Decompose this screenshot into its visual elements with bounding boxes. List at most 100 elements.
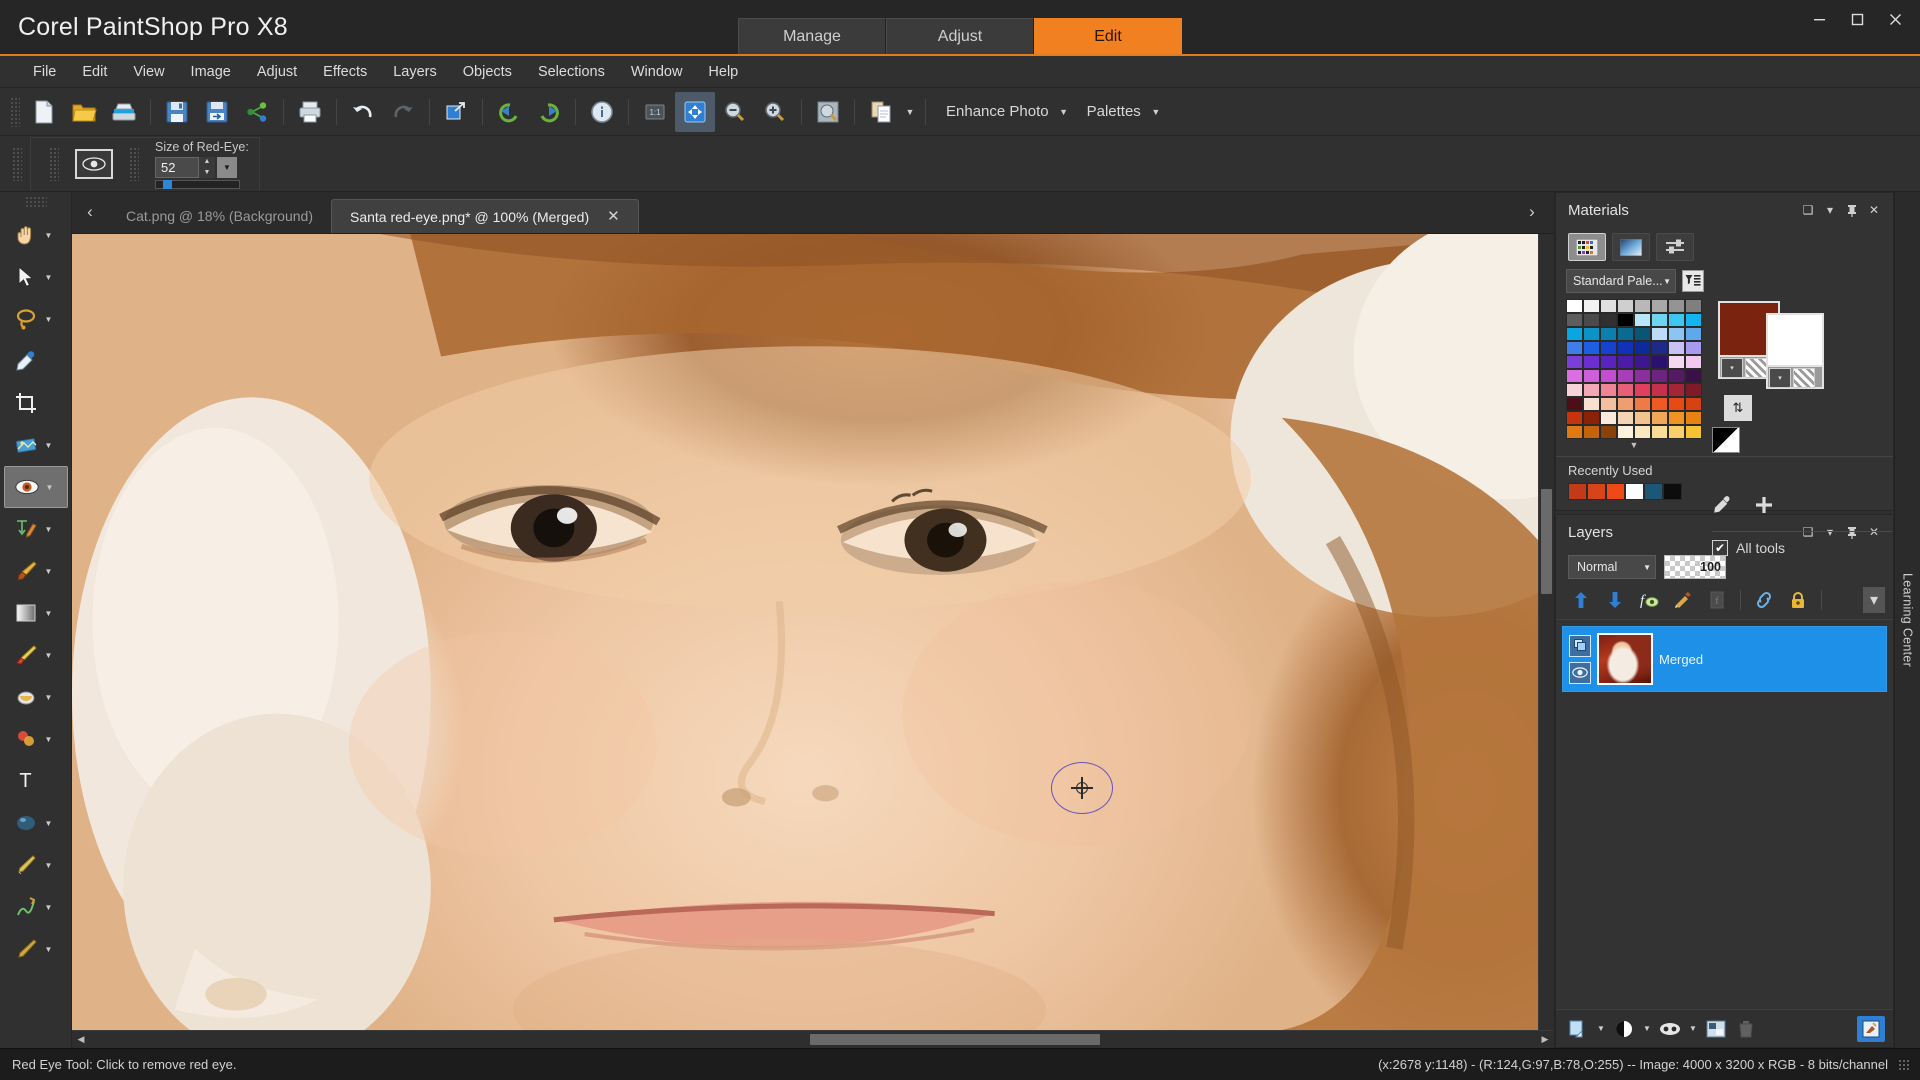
color-swatch[interactable] bbox=[1685, 313, 1702, 327]
duplicate-dropdown-caret[interactable]: ▼ bbox=[901, 92, 919, 132]
fit-to-window-icon[interactable] bbox=[675, 91, 715, 132]
layer-opacity-input[interactable]: 100 bbox=[1664, 555, 1726, 579]
hscroll-left-arrow[interactable]: ◀ bbox=[72, 1034, 90, 1045]
color-swatch[interactable] bbox=[1685, 299, 1702, 313]
table-row[interactable]: Merged bbox=[1562, 626, 1887, 692]
color-swatch[interactable] bbox=[1634, 397, 1651, 411]
size-slider-knob[interactable] bbox=[162, 179, 172, 189]
all-tools-checkbox[interactable]: ✔ bbox=[1712, 540, 1728, 556]
color-swatch[interactable] bbox=[1651, 341, 1668, 355]
picture-tube-tool-caret[interactable]: ▼ bbox=[42, 735, 56, 744]
color-swatch[interactable] bbox=[1685, 397, 1702, 411]
swap-colors-icon[interactable]: ⇅ bbox=[1724, 395, 1752, 421]
background-texture-button[interactable] bbox=[1793, 368, 1815, 388]
recent-color-swatch[interactable] bbox=[1568, 483, 1587, 500]
swatch-grid-expand-caret[interactable]: ▼ bbox=[1566, 440, 1702, 450]
recent-color-swatch[interactable] bbox=[1587, 483, 1606, 500]
color-swatch[interactable] bbox=[1566, 411, 1583, 425]
menu-layers[interactable]: Layers bbox=[380, 60, 450, 84]
color-swatch[interactable] bbox=[1685, 327, 1702, 341]
add-material-icon[interactable] bbox=[1754, 495, 1774, 515]
shape-tool[interactable]: ▼ bbox=[4, 802, 68, 844]
flood-fill-tool-caret[interactable]: ▼ bbox=[42, 693, 56, 702]
color-swatch[interactable] bbox=[1634, 369, 1651, 383]
horizontal-scroll-thumb[interactable] bbox=[810, 1033, 1100, 1045]
color-swatch[interactable] bbox=[1600, 411, 1617, 425]
color-swatch[interactable] bbox=[1685, 411, 1702, 425]
scanner-icon[interactable] bbox=[104, 92, 144, 132]
merge-layers-icon[interactable] bbox=[1702, 1016, 1730, 1042]
gradient-tool[interactable]: ▼ bbox=[4, 592, 68, 634]
red-eye-tool[interactable]: ▼ bbox=[3, 466, 68, 508]
eraser-tool[interactable]: ▼ bbox=[4, 634, 68, 676]
color-swatch[interactable] bbox=[1685, 341, 1702, 355]
layer-list[interactable]: Merged bbox=[1556, 620, 1893, 1009]
new-adjustment-layer-caret[interactable]: ▼ bbox=[1640, 1024, 1654, 1033]
undo-icon[interactable] bbox=[343, 92, 383, 132]
redeye-preset-button[interactable] bbox=[75, 149, 113, 179]
toolbar-grip[interactable] bbox=[10, 96, 20, 127]
color-swatch[interactable] bbox=[1634, 355, 1651, 369]
color-swatch[interactable] bbox=[1600, 369, 1617, 383]
color-swatch[interactable] bbox=[1566, 299, 1583, 313]
color-swatch[interactable] bbox=[1566, 397, 1583, 411]
text-tool[interactable]: T bbox=[4, 760, 68, 802]
workspace-icon[interactable] bbox=[436, 92, 476, 132]
pick-tool-caret[interactable]: ▼ bbox=[42, 273, 56, 282]
makeover-tool[interactable]: ▼ bbox=[4, 508, 68, 550]
color-swatch[interactable] bbox=[1600, 355, 1617, 369]
color-swatch[interactable] bbox=[1685, 355, 1702, 369]
color-swatch[interactable] bbox=[1617, 411, 1634, 425]
color-swatch[interactable] bbox=[1668, 383, 1685, 397]
move-up-icon[interactable] bbox=[1566, 587, 1596, 613]
materials-swatches-tab[interactable] bbox=[1656, 233, 1694, 261]
flood-fill-tool[interactable]: ▼ bbox=[4, 676, 68, 718]
tab-manage[interactable]: Manage bbox=[738, 18, 886, 54]
info-icon[interactable] bbox=[582, 92, 622, 132]
recent-color-swatch[interactable] bbox=[1606, 483, 1625, 500]
menu-objects[interactable]: Objects bbox=[450, 60, 525, 84]
eyedropper-icon[interactable] bbox=[1712, 495, 1732, 515]
layer-style-icon[interactable] bbox=[1668, 587, 1698, 613]
color-swatch[interactable] bbox=[1651, 313, 1668, 327]
color-swatch[interactable] bbox=[1634, 313, 1651, 327]
tool-options-grip[interactable] bbox=[12, 146, 22, 181]
warp-brush-tool-caret[interactable]: ▼ bbox=[42, 903, 56, 912]
learning-center-strip[interactable]: Learning Center bbox=[1894, 192, 1920, 1048]
color-swatch[interactable] bbox=[1651, 327, 1668, 341]
pen-tool[interactable]: ▼ bbox=[4, 844, 68, 886]
recent-color-swatch[interactable] bbox=[1644, 483, 1663, 500]
layer-palette-icon[interactable] bbox=[1857, 1015, 1885, 1042]
paint-brush-tool-caret[interactable]: ▼ bbox=[42, 567, 56, 576]
color-swatch[interactable] bbox=[1583, 299, 1600, 313]
color-swatch[interactable] bbox=[1685, 383, 1702, 397]
status-resize-grip[interactable] bbox=[1898, 1058, 1910, 1071]
materials-frame-tab[interactable] bbox=[1568, 233, 1606, 261]
pen-tool-caret[interactable]: ▼ bbox=[42, 861, 56, 870]
document-tab-cat[interactable]: Cat.png @ 18% (Background) bbox=[108, 199, 331, 233]
mesh-warp-tool-caret[interactable]: ▼ bbox=[42, 945, 56, 954]
palettes-button[interactable]: Palettes bbox=[1073, 103, 1147, 120]
background-style-button[interactable]: ▾ bbox=[1769, 368, 1791, 388]
new-adjustment-layer-icon[interactable] bbox=[1610, 1016, 1638, 1042]
color-swatch[interactable] bbox=[1668, 355, 1685, 369]
palettes-caret[interactable]: ▼ bbox=[1147, 92, 1165, 132]
black-white-reset-icon[interactable] bbox=[1712, 427, 1740, 453]
color-swatch[interactable] bbox=[1634, 383, 1651, 397]
materials-rainbow-tab[interactable] bbox=[1612, 233, 1650, 261]
actual-size-icon[interactable]: 1:1 bbox=[635, 92, 675, 132]
color-swatch[interactable] bbox=[1634, 327, 1651, 341]
color-swatch[interactable] bbox=[1600, 313, 1617, 327]
color-swatch[interactable] bbox=[1617, 299, 1634, 313]
preview-browser-icon[interactable] bbox=[808, 92, 848, 132]
minimize-button[interactable] bbox=[1802, 6, 1836, 32]
palette-list-icon[interactable] bbox=[1682, 270, 1704, 292]
close-button[interactable] bbox=[1878, 6, 1912, 32]
color-swatch[interactable] bbox=[1668, 313, 1685, 327]
vertical-scroll-thumb[interactable] bbox=[1541, 489, 1552, 594]
save-icon[interactable] bbox=[157, 92, 197, 132]
color-swatch[interactable] bbox=[1583, 313, 1600, 327]
new-mask-layer-caret[interactable]: ▼ bbox=[1686, 1024, 1700, 1033]
color-swatch[interactable] bbox=[1617, 425, 1634, 439]
color-swatch[interactable] bbox=[1600, 341, 1617, 355]
